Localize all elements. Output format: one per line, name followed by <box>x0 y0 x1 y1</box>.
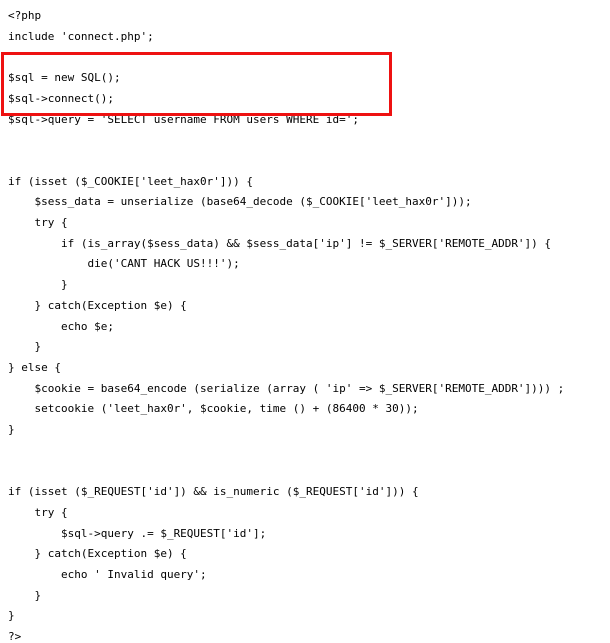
code-line-5: $sql->connect(); <box>8 91 114 105</box>
code-line-11: try { <box>8 216 68 229</box>
code-line-24: if (isset ($_REQUEST['id']) && is_numeri… <box>8 485 419 499</box>
code-line-27: } catch(Exception $e) { <box>8 547 187 561</box>
code-line-9: if (isset ($_COOKIE['leet_hax0r'])) { <box>8 174 254 188</box>
code-line-25: try { <box>8 505 68 519</box>
code-line-2: include 'connect.php'; <box>8 29 154 43</box>
code-line-19: $cookie = base64_encode (serialize (arra… <box>8 381 565 395</box>
code-line-21: } <box>8 423 15 436</box>
code-line-26: $sql->query .= $_REQUEST['id']; <box>8 526 267 540</box>
code-line-12: if (is_array($sess_data) && $sess_data['… <box>8 236 552 250</box>
code-line-16: echo $e; <box>8 319 114 333</box>
code-line-29: } <box>8 588 42 602</box>
code-line-28: echo ' Invalid query'; <box>8 567 207 581</box>
code-line-1: <?php <box>8 9 42 22</box>
code-line-13: die('CANT HACK US!!!'); <box>8 257 240 271</box>
code-line-6: $sql->query = 'SELECT username FROM user… <box>8 112 359 126</box>
code-line-10: $sess_data = unserialize (base64_decode … <box>8 195 472 209</box>
code-line-20: setcookie ('leet_hax0r', $cookie, time (… <box>8 402 419 416</box>
code-line-17: } <box>8 340 42 354</box>
code-line-14: } <box>8 278 68 292</box>
code-line-4: $sql = new SQL(); <box>8 71 121 85</box>
code-line-31: ?> <box>8 630 22 643</box>
code-line-30: } <box>8 609 15 623</box>
code-listing: <?php include 'connect.php'; $sql = new SQ… <box>0 0 610 643</box>
code-line-15: } catch(Exception $e) { <box>8 298 187 312</box>
code-line-18: } else { <box>8 360 61 374</box>
